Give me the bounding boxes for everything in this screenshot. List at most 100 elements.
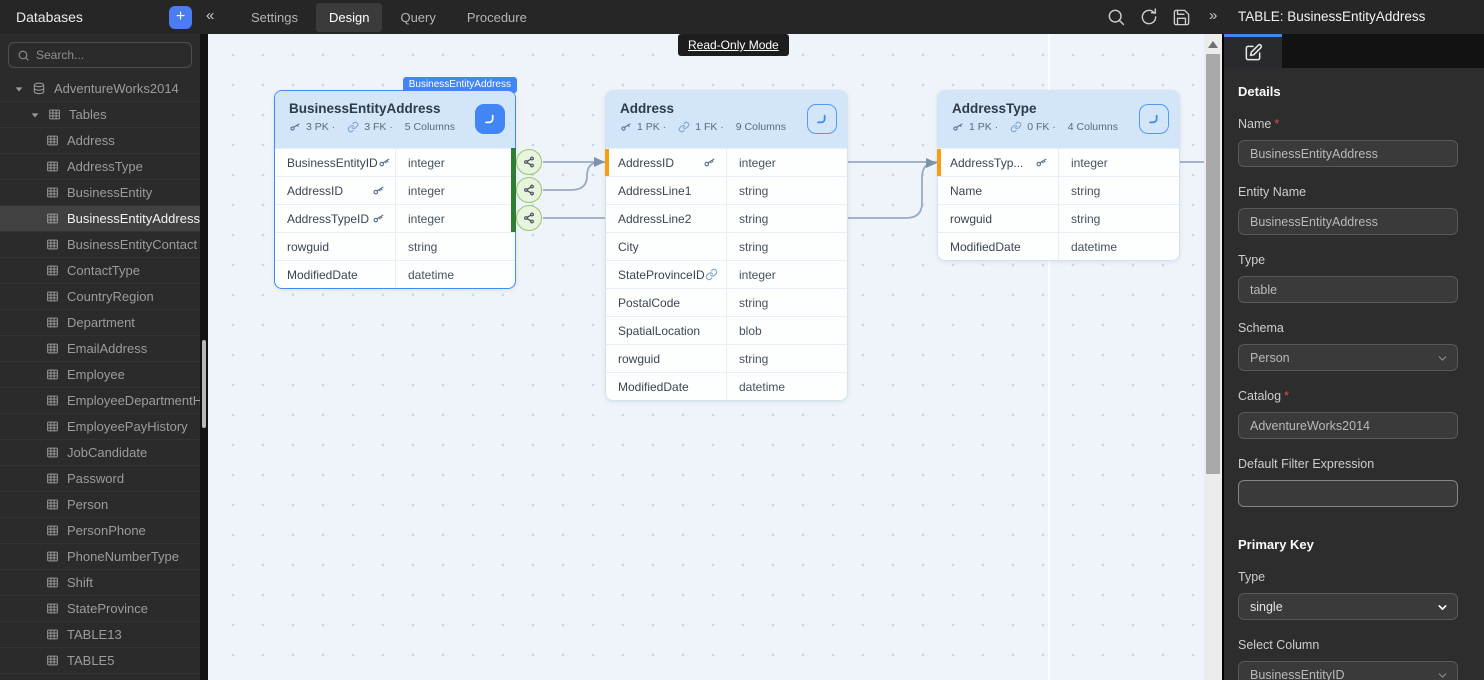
table-list-item[interactable]: StateProvince: [0, 596, 200, 622]
canvas-scrollbar-thumb[interactable]: [1206, 54, 1220, 474]
refresh-icon[interactable]: [1139, 7, 1159, 27]
table-icon: [46, 524, 59, 537]
column-row[interactable]: ModifiedDate datetime: [275, 260, 515, 288]
column-row[interactable]: PostalCode string: [606, 288, 847, 316]
readonly-mode-badge[interactable]: Read-Only Mode: [678, 34, 789, 56]
tree-item-tables-group[interactable]: Tables: [0, 102, 200, 128]
edge-addressid[interactable]: [543, 162, 600, 190]
column-row[interactable]: AddressLine1 string: [606, 176, 847, 204]
entity-name-field[interactable]: [1238, 208, 1458, 235]
table-name: Person: [67, 497, 108, 512]
fk-count: 1 FK ·: [695, 121, 724, 133]
table-node-address[interactable]: Address 1 PK · 1 FK · 9 Columns AddressI…: [605, 90, 848, 401]
table-name: StateProvince: [67, 601, 148, 616]
view-tab[interactable]: Settings: [238, 3, 311, 32]
column-row[interactable]: SpatialLocation blob: [606, 316, 847, 344]
expand-panel-icon[interactable]: »: [1209, 7, 1217, 24]
column-row[interactable]: rowguid string: [606, 344, 847, 372]
column-row[interactable]: ModifiedDate datetime: [606, 372, 847, 400]
share-icon: [523, 184, 535, 196]
node-header[interactable]: AddressType 1 PK · 0 FK · 4 Columns: [938, 91, 1179, 148]
table-list-item[interactable]: ContactType: [0, 258, 200, 284]
table-list-item[interactable]: BusinessEntityContact: [0, 232, 200, 258]
save-icon[interactable]: [1172, 8, 1191, 27]
design-canvas[interactable]: Read-Only Mode BusinessEntityAddress Bus…: [208, 34, 1204, 680]
table-list-item[interactable]: AddressType: [0, 154, 200, 180]
column-row[interactable]: AddressID integer: [606, 148, 847, 176]
view-tab[interactable]: Design: [316, 3, 382, 32]
table-list-item[interactable]: EmployeeDepartmentHistory: [0, 388, 200, 414]
catalog-field[interactable]: [1238, 412, 1458, 439]
column-row[interactable]: AddressTypeID integer: [275, 204, 515, 232]
schema-select[interactable]: Person: [1238, 344, 1458, 371]
table-list-item[interactable]: Password: [0, 466, 200, 492]
column-row[interactable]: AddressTyp... integer: [938, 148, 1179, 176]
scroll-up-arrow[interactable]: [1208, 41, 1218, 48]
key-icon: [289, 121, 301, 133]
tab-edit[interactable]: [1224, 34, 1282, 68]
database-tree: AdventureWorks2014 Tables Address Addres…: [0, 76, 200, 674]
column-count: 9 Columns: [736, 121, 786, 133]
table-list-item[interactable]: Employee: [0, 362, 200, 388]
search-input[interactable]: [36, 48, 176, 62]
table-list-item[interactable]: BusinessEntityAddress: [0, 206, 200, 232]
column-row[interactable]: City string: [606, 232, 847, 260]
table-list-item[interactable]: Person: [0, 492, 200, 518]
column-row[interactable]: Name string: [938, 176, 1179, 204]
column-row[interactable]: rowguid string: [938, 204, 1179, 232]
table-list-item[interactable]: CountryRegion: [0, 284, 200, 310]
node-header[interactable]: BusinessEntityAddress 3 PK · 3 FK · 5 Co…: [275, 91, 515, 148]
filter-expression-label: Default Filter Expression: [1238, 457, 1470, 471]
table-node-addresstype[interactable]: AddressType 1 PK · 0 FK · 4 Columns Addr…: [937, 90, 1180, 261]
column-name: rowguid: [287, 240, 329, 254]
column-type: string: [726, 177, 847, 204]
table-icon: [46, 576, 59, 589]
table-list-item[interactable]: Address: [0, 128, 200, 154]
column-row[interactable]: AddressID integer: [275, 176, 515, 204]
table-name: BusinessEntityAddress: [67, 211, 200, 226]
fk-count: 0 FK ·: [1027, 121, 1056, 133]
collapse-relations-button[interactable]: [807, 104, 837, 134]
column-row[interactable]: StateProvinceID integer: [606, 260, 847, 288]
filter-expression-field[interactable]: [1238, 480, 1458, 507]
chevron-down-icon[interactable]: [30, 110, 40, 120]
table-list-item[interactable]: Shift: [0, 570, 200, 596]
table-list-item[interactable]: EmployeePayHistory: [0, 414, 200, 440]
pk-column-select[interactable]: BusinessEntityID: [1238, 661, 1458, 680]
tree-item-database[interactable]: AdventureWorks2014: [0, 76, 200, 102]
collapse-relations-button[interactable]: [1139, 104, 1169, 134]
chevron-down-icon[interactable]: [14, 84, 24, 94]
name-field[interactable]: [1238, 140, 1458, 167]
column-row[interactable]: rowguid string: [275, 232, 515, 260]
add-database-button[interactable]: +: [169, 6, 192, 29]
table-list-item[interactable]: Department: [0, 310, 200, 336]
table-list-item[interactable]: TABLE5: [0, 648, 200, 674]
fk-handle-businessentityid[interactable]: [516, 149, 542, 175]
table-list-item[interactable]: TABLE13: [0, 622, 200, 648]
column-type: string: [726, 205, 847, 232]
table-list-item[interactable]: PersonPhone: [0, 518, 200, 544]
search-icon[interactable]: [1106, 7, 1126, 27]
table-list-item[interactable]: EmailAddress: [0, 336, 200, 362]
collapse-relations-button[interactable]: [475, 104, 505, 134]
sidebar-scrollbar-thumb[interactable]: [202, 340, 206, 428]
table-list-item[interactable]: JobCandidate: [0, 440, 200, 466]
curve-icon: [1146, 111, 1162, 127]
table-list-item[interactable]: BusinessEntity: [0, 180, 200, 206]
view-tab[interactable]: Procedure: [454, 3, 540, 32]
arrowhead: [926, 158, 937, 168]
type-field[interactable]: [1238, 276, 1458, 303]
node-header[interactable]: Address 1 PK · 1 FK · 9 Columns: [606, 91, 847, 148]
table-list-item[interactable]: PhoneNumberType: [0, 544, 200, 570]
column-row[interactable]: ModifiedDate datetime: [938, 232, 1179, 260]
column-row[interactable]: BusinessEntityID integer: [275, 148, 515, 176]
fk-handle-addresstypeid[interactable]: [516, 205, 542, 231]
column-row[interactable]: AddressLine2 string: [606, 204, 847, 232]
column-type: string: [395, 233, 515, 260]
view-tab[interactable]: Query: [387, 3, 448, 32]
fk-handle-addressid[interactable]: [516, 177, 542, 203]
pk-type-select[interactable]: single: [1238, 593, 1458, 620]
table-icon: [46, 238, 59, 251]
table-node-businessentityaddress[interactable]: BusinessEntityAddress BusinessEntityAddr…: [274, 90, 516, 289]
collapse-sidebar-icon[interactable]: «: [206, 7, 214, 24]
